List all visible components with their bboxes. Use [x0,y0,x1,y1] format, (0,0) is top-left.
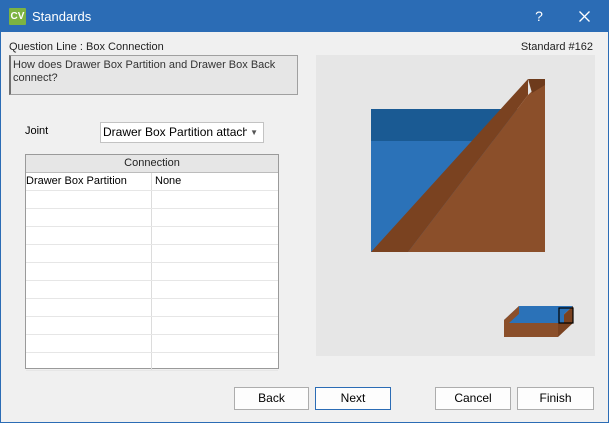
grid-cell-empty [26,263,152,280]
title-bar: CV Standards ? [1,1,608,32]
window-title: Standards [32,9,92,24]
drawer-box-thumbnail [504,306,574,337]
back-button[interactable]: Back [234,387,309,410]
grid-cell-empty [26,335,152,352]
table-row [26,263,278,281]
grid-cell-empty [26,227,152,244]
next-button[interactable]: Next [315,387,391,410]
grid-cell-empty [152,353,278,370]
grid-cell-empty [152,317,278,334]
table-row [26,317,278,335]
grid-cell-empty [152,281,278,298]
grid-cell-empty [152,299,278,316]
joint-dropdown[interactable]: Drawer Box Partition attaches ▼ [100,122,264,143]
dropdown-arrow-icon: ▼ [250,128,258,137]
grid-cell-empty [26,353,152,370]
grid-cell-empty [152,209,278,226]
question-text-box: How does Drawer Box Partition and Drawer… [9,55,298,95]
grid-cell-empty [26,209,152,226]
joint-selected-value: Drawer Box Partition attaches [103,125,247,139]
table-row [26,209,278,227]
standard-number-label: Standard #162 [520,41,593,53]
finish-button[interactable]: Finish [517,387,594,410]
cancel-button[interactable]: Cancel [435,387,511,410]
grid-cell-empty [152,335,278,352]
grid-cell-empty [26,191,152,208]
close-button[interactable] [562,1,606,32]
joint-preview-illustration [371,79,574,337]
table-row [26,281,278,299]
grid-cell-empty [26,317,152,334]
close-icon [578,11,590,22]
connection-grid[interactable]: Connection Drawer Box Partition None [25,154,279,371]
grid-cell-empty [26,245,152,262]
table-row [26,245,278,263]
grid-cell-empty [152,227,278,244]
question-line-label: Question Line : Box Connection [9,41,164,53]
standards-dialog: CV Standards ? Question Line : Box Conne… [0,0,609,423]
table-row [26,299,278,317]
table-row[interactable]: Drawer Box Partition None [26,173,278,191]
grid-cell-empty [26,299,152,316]
table-row [26,227,278,245]
grid-header-connection: Connection [26,155,278,173]
grid-cell-name: Drawer Box Partition [26,173,152,190]
joint-label: Joint [25,125,49,137]
app-logo-icon: CV [9,8,26,25]
grid-cell-empty [152,191,278,208]
grid-cell-empty [152,263,278,280]
table-row [26,335,278,353]
table-row [26,353,278,371]
joint-preview-panel [316,55,595,356]
grid-cell-empty [26,281,152,298]
grid-cell-value[interactable]: None [152,173,278,190]
grid-cell-empty [152,245,278,262]
help-button[interactable]: ? [517,1,561,32]
table-row [26,191,278,209]
